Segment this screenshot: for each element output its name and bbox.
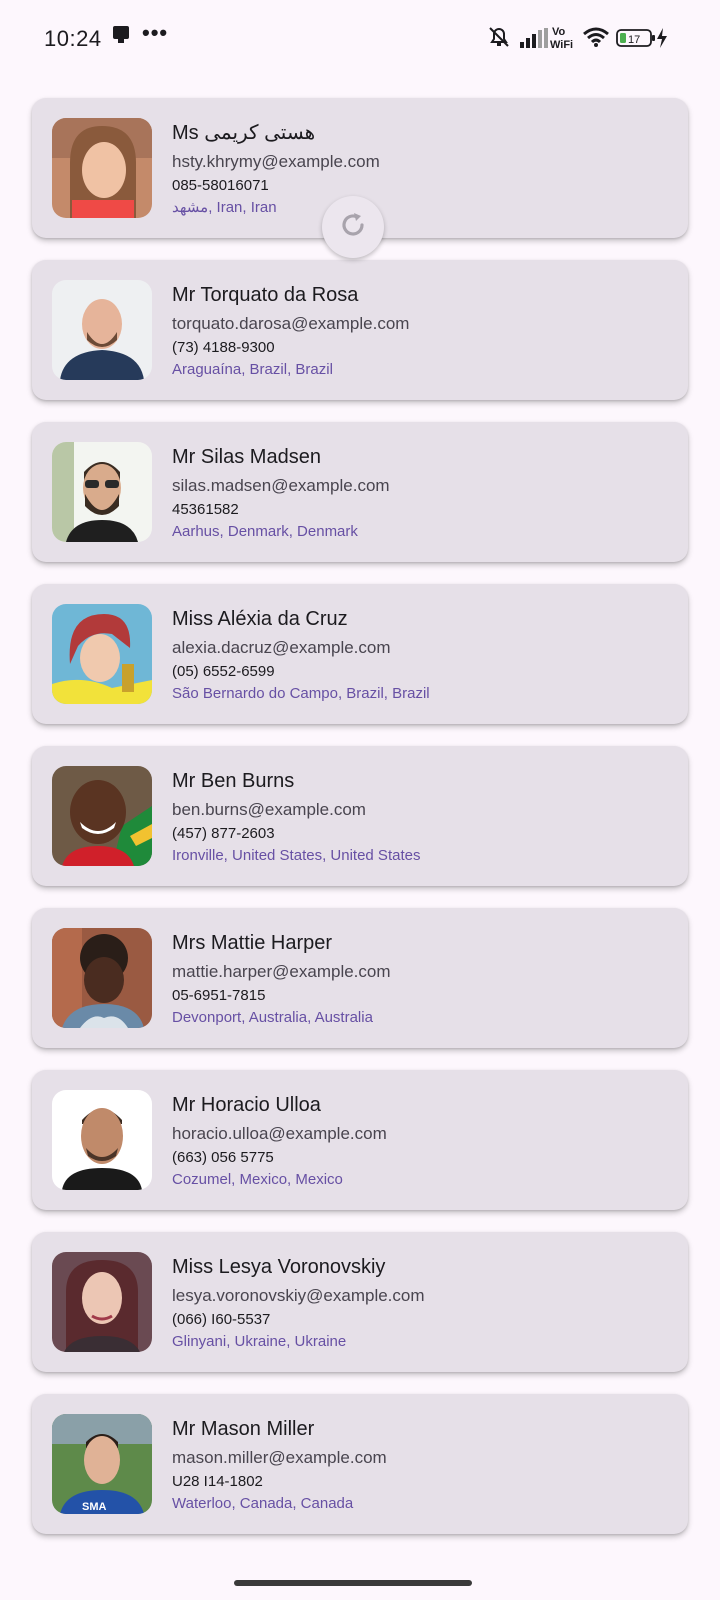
contact-location: Glinyani, Ukraine, Ukraine [172, 1333, 347, 1350]
svg-text:Vo: Vo [552, 26, 566, 38]
contact-email: mattie.harper@example.com [172, 962, 391, 981]
contact-card[interactable]: Mr Horacio Ulloa horacio.ulloa@example.c… [32, 1070, 688, 1210]
mute-icon [486, 24, 512, 55]
charging-icon [656, 28, 668, 53]
contact-location: Devonport, Australia, Australia [172, 1009, 373, 1026]
vowifi-icon: Vo WiFi [550, 24, 578, 55]
contact-name: Mrs Mattie Harper [172, 932, 333, 954]
contact-name: Mr Mason Miller [172, 1418, 315, 1440]
contact-card[interactable]: Mr Torquato da Rosa torquato.darosa@exam… [32, 260, 688, 400]
wifi-icon [582, 26, 610, 53]
refresh-indicator [322, 196, 384, 258]
contact-phone: 45361582 [172, 501, 239, 518]
contact-name: Mr Torquato da Rosa [172, 284, 359, 306]
contact-email: mason.miller@example.com [172, 1448, 387, 1467]
avatar [52, 928, 152, 1028]
contact-location: Waterloo, Canada, Canada [172, 1495, 354, 1512]
contact-phone: (663) 056 5775 [172, 1149, 274, 1166]
contact-name: Miss Aléxia da Cruz [172, 608, 348, 630]
avatar [52, 604, 152, 704]
battery-icon: 17 [616, 28, 656, 53]
contact-email: horacio.ulloa@example.com [172, 1124, 387, 1143]
contact-phone: (05) 6552-6599 [172, 663, 275, 680]
svg-text:WiFi: WiFi [550, 39, 573, 50]
contact-email: lesya.voronovskiy@example.com [172, 1286, 425, 1305]
contact-card[interactable]: Mrs Mattie Harper mattie.harper@example.… [32, 908, 688, 1048]
contact-card[interactable]: Mr Silas Madsen silas.madsen@example.com… [32, 422, 688, 562]
contact-name: Mr Silas Madsen [172, 446, 321, 468]
avatar [52, 1252, 152, 1352]
contact-phone: (066) I60-5537 [172, 1311, 271, 1328]
contact-name: Mr Ben Burns [172, 770, 295, 792]
contact-name: Ms هستی کریمی [172, 122, 316, 144]
status-time: 10:24 [44, 26, 102, 51]
contact-email: torquato.darosa@example.com [172, 314, 410, 333]
contact-location: Cozumel, Mexico, Mexico [172, 1171, 343, 1188]
contact-phone: U28 I14-1802 [172, 1473, 263, 1490]
contact-name: Miss Lesya Voronovskiy [172, 1256, 386, 1278]
avatar [52, 766, 152, 866]
avatar: SMA [52, 1414, 152, 1514]
status-bar: 10:24 ••• Vo WiFi 17 [0, 0, 720, 80]
contact-phone: 05-6951-7815 [172, 987, 266, 1004]
notification-icon [110, 24, 132, 51]
contact-email: silas.madsen@example.com [172, 476, 390, 495]
contact-email: hsty.khrymy@example.com [172, 152, 380, 171]
contact-location: São Bernardo do Campo, Brazil, Brazil [172, 685, 430, 702]
contact-card[interactable]: SMA Mr Mason Miller mason.miller@example… [32, 1394, 688, 1534]
contact-location: Aarhus, Denmark, Denmark [172, 523, 358, 540]
signal-icon [520, 28, 548, 53]
contact-location: مشهد, Iran, Iran [172, 199, 277, 216]
svg-text:17: 17 [628, 34, 640, 46]
contact-card[interactable]: Miss Lesya Voronovskiy lesya.voronovskiy… [32, 1232, 688, 1372]
contact-phone: (457) 877-2603 [172, 825, 275, 842]
contact-email: ben.burns@example.com [172, 800, 366, 819]
contact-location: Ironville, United States, United States [172, 847, 421, 864]
contact-card[interactable]: Mr Ben Burns ben.burns@example.com (457)… [32, 746, 688, 886]
avatar [52, 118, 152, 218]
contact-name: Mr Horacio Ulloa [172, 1094, 321, 1116]
svg-text:SMA: SMA [82, 1501, 107, 1513]
gesture-nav-handle[interactable] [234, 1580, 472, 1586]
contact-card[interactable]: Miss Aléxia da Cruz alexia.dacruz@exampl… [32, 584, 688, 724]
more-icon: ••• [142, 20, 169, 45]
avatar [52, 280, 152, 380]
contact-email: alexia.dacruz@example.com [172, 638, 391, 657]
avatar [52, 442, 152, 542]
refresh-icon [337, 209, 369, 246]
contact-phone: 085-58016071 [172, 177, 269, 194]
contact-phone: (73) 4188-9300 [172, 339, 275, 356]
contact-location: Araguaína, Brazil, Brazil [172, 361, 333, 378]
avatar [52, 1090, 152, 1190]
